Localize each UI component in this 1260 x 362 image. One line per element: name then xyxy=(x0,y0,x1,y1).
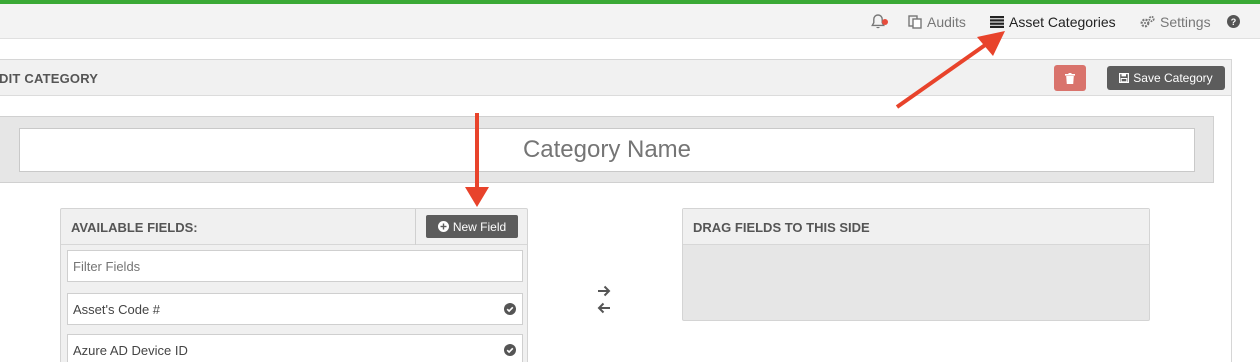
drop-zone-header: DRAG FIELDS TO THIS SIDE xyxy=(683,209,1149,245)
arrow-right-icon[interactable] xyxy=(597,285,611,297)
save-category-button[interactable]: Save Category xyxy=(1107,66,1225,90)
notification-dot xyxy=(882,18,888,25)
category-name-container xyxy=(0,116,1214,183)
available-fields-header: AVAILABLE FIELDS: New Field xyxy=(61,209,527,245)
help-icon: ? xyxy=(1227,15,1240,28)
available-fields-title: AVAILABLE FIELDS: xyxy=(71,220,198,235)
check-circle-icon[interactable] xyxy=(504,303,516,315)
arrow-left-icon[interactable] xyxy=(597,302,611,314)
available-fields-panel: AVAILABLE FIELDS: New Field Asset's Code… xyxy=(60,208,528,362)
nav-asset-categories-label: Asset Categories xyxy=(1009,13,1116,30)
audits-icon xyxy=(908,14,922,29)
notifications-button[interactable] xyxy=(871,4,888,39)
new-field-label: New Field xyxy=(452,219,507,234)
help-button[interactable]: ? xyxy=(1227,4,1245,39)
save-category-label: Save Category xyxy=(1133,71,1213,85)
field-item[interactable]: Azure AD Device ID xyxy=(67,334,523,362)
check-circle-icon[interactable] xyxy=(504,344,516,356)
nav-audits[interactable]: Audits xyxy=(908,4,966,39)
save-icon xyxy=(1119,73,1130,83)
delete-category-button[interactable] xyxy=(1054,65,1086,91)
top-navigation: Audits Asset Categories Settings ? xyxy=(0,4,1260,39)
new-field-button[interactable]: New Field xyxy=(426,215,518,238)
field-item-label: Azure AD Device ID xyxy=(73,342,188,358)
panel-title: DIT CATEGORY xyxy=(0,71,99,86)
svg-text:?: ? xyxy=(1231,17,1237,27)
header-divider xyxy=(415,209,416,245)
nav-settings[interactable]: Settings xyxy=(1140,4,1211,39)
field-item[interactable]: Asset's Code # xyxy=(67,293,523,325)
filter-fields-input[interactable] xyxy=(67,250,523,282)
nav-audits-label: Audits xyxy=(927,13,966,30)
gears-icon xyxy=(1140,15,1155,27)
drop-zone-panel[interactable]: DRAG FIELDS TO THIS SIDE xyxy=(682,208,1150,321)
nav-asset-categories[interactable]: Asset Categories xyxy=(990,4,1116,39)
field-item-label: Asset's Code # xyxy=(73,301,161,317)
panel-header: DIT CATEGORY Save Category xyxy=(0,60,1231,96)
list-icon xyxy=(990,15,1004,28)
nav-settings-label: Settings xyxy=(1160,13,1211,30)
transfer-arrows xyxy=(597,285,613,319)
bell-icon xyxy=(871,13,888,30)
category-name-input[interactable] xyxy=(19,128,1195,172)
trash-icon xyxy=(1065,72,1075,84)
drop-zone-title: DRAG FIELDS TO THIS SIDE xyxy=(693,220,870,235)
plus-circle-icon xyxy=(437,221,449,232)
